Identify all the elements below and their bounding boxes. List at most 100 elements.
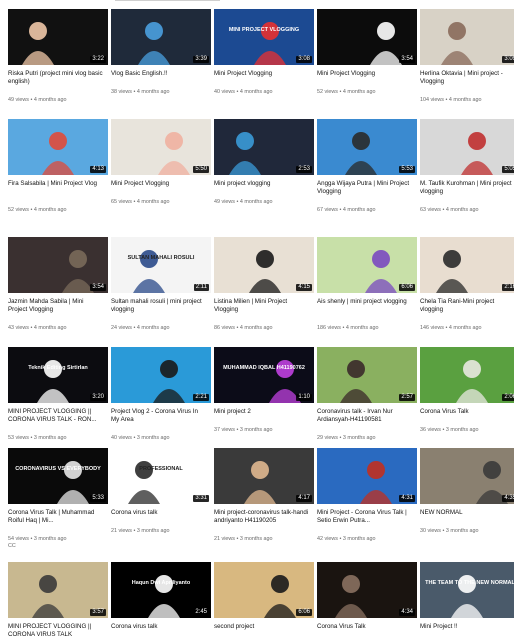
video-thumbnail[interactable]: 2:21	[111, 347, 211, 403]
video-thumbnail[interactable]: 4:17	[214, 448, 314, 504]
duration-badge: 6:06	[296, 609, 312, 616]
video-thumbnail[interactable]: 3:39	[111, 9, 211, 65]
video-thumbnail[interactable]: 5:50	[111, 119, 211, 175]
duration-badge: 5:05	[502, 166, 514, 173]
video-card[interactable]: MUHAMMAD IQBAL H41190762 1:10 Mini project…	[214, 347, 314, 452]
video-title[interactable]: Riska Putri (project mini vlog basic eng…	[8, 70, 104, 85]
video-card[interactable]: 3:09 Herlina Oktavia | Mini project - Vlo…	[420, 9, 514, 114]
video-title[interactable]: Corona virus talk	[111, 509, 207, 517]
video-title[interactable]: Mini Project Vlogging	[317, 70, 413, 78]
video-title[interactable]: Project Vlog 2 - Corona Virus In My Area	[111, 408, 207, 423]
video-card[interactable]: 2:53 Mini project vlogging 49 views • 4 mo…	[214, 119, 314, 224]
video-thumbnail[interactable]: 5:05	[420, 119, 514, 175]
video-meta: 38 views • 4 months ago	[111, 89, 170, 95]
video-title[interactable]: Ais shenly | mini project vlogging	[317, 298, 413, 306]
video-card[interactable]: PROFESSIONAL 3:31 Corona virus talk 21 view…	[111, 448, 211, 553]
video-card[interactable]: 4:13 Fira Salsabila | Mini Project Vlog 52…	[8, 119, 108, 224]
video-card[interactable]: THE TEAM TO THE NEW NORMAL Mini Project !…	[420, 562, 514, 637]
video-title[interactable]: Herlina Oktavia | Mini project - Vloggin…	[420, 70, 514, 85]
video-card[interactable]: CORONAVIRUS VS EVERYBODY 5:33 Corona Virus…	[8, 448, 108, 553]
video-title[interactable]: Mini Project Vlogging	[111, 180, 207, 188]
video-title[interactable]: Fira Salsabila | Mini Project Vlog	[8, 180, 104, 188]
video-thumbnail[interactable]: 4:15	[214, 237, 314, 293]
video-thumbnail[interactable]: MINI PROJECT VLOGGING 3:08	[214, 9, 314, 65]
duration-badge: 6:06	[399, 284, 415, 291]
video-thumbnail[interactable]: THE TEAM TO THE NEW NORMAL	[420, 562, 514, 618]
video-card[interactable]: 2:16 Chela Tia Rani-Mini project vlogging…	[420, 237, 514, 342]
video-title[interactable]: M. Taufik Kurohman | Mini project vloggi…	[420, 180, 514, 195]
video-card[interactable]: 2:21 Project Vlog 2 - Corona Virus In My …	[111, 347, 211, 452]
duration-badge: 2:21	[193, 394, 209, 401]
video-card[interactable]: 6:06 second project	[214, 562, 314, 637]
video-thumbnail[interactable]: Haqun Dwi Apriliyanto 2:45	[111, 562, 211, 618]
video-title[interactable]: Mini Project Vlogging	[214, 70, 310, 78]
video-thumbnail[interactable]: CORONAVIRUS VS EVERYBODY 5:33	[8, 448, 108, 504]
video-thumbnail[interactable]: 4:35	[420, 448, 514, 504]
video-card[interactable]: 5:53 Angga Wijaya Putra | Mini Project Vl…	[317, 119, 417, 224]
video-title[interactable]: MINI PROJECT VLOGGING || CORONA VIRUS TA…	[8, 408, 104, 423]
video-title[interactable]: Corona Virus Talk	[317, 623, 413, 631]
video-meta: 42 views • 3 months ago	[317, 536, 376, 542]
video-card[interactable]: Haqun Dwi Apriliyanto 2:45 Corona virus ta…	[111, 562, 211, 637]
video-thumbnail[interactable]: MUHAMMAD IQBAL H41190762 1:10	[214, 347, 314, 403]
video-thumbnail[interactable]: 4:13	[8, 119, 108, 175]
video-card[interactable]: 3:54 Mini Project Vlogging 52 views • 4 mo…	[317, 9, 417, 114]
video-title[interactable]: MINI PROJECT VLOGGING || CORONA VIRUS TA…	[8, 623, 104, 638]
video-thumbnail[interactable]: 3:54	[8, 237, 108, 293]
video-card[interactable]: 2:57 Coronavirus talk - Irvan Nur Ardians…	[317, 347, 417, 452]
video-thumbnail[interactable]: 6:06	[214, 562, 314, 618]
video-thumbnail[interactable]: 3:57	[8, 562, 108, 618]
video-thumbnail[interactable]: 2:53	[214, 119, 314, 175]
video-title[interactable]: Angga Wijaya Putra | Mini Project Vloggi…	[317, 180, 413, 195]
video-thumbnail[interactable]: SULTAN MAHALI ROSULI 2:11	[111, 237, 211, 293]
video-card[interactable]: 6:06 Ais shenly | mini project vlogging 18…	[317, 237, 417, 342]
video-card[interactable]: 4:17 Mini project-coronavirus talk-handi …	[214, 448, 314, 553]
video-card[interactable]: 2:06 Corona Virus Talk 36 views • 3 months…	[420, 347, 514, 452]
video-card[interactable]: 4:15 Listina Milien | Mini Project Vloggi…	[214, 237, 314, 342]
video-thumbnail[interactable]: 3:22	[8, 9, 108, 65]
video-card[interactable]: 5:50 Mini Project Vlogging 65 views • 4 mo…	[111, 119, 211, 224]
video-thumbnail[interactable]: 3:54	[317, 9, 417, 65]
video-title[interactable]: Corona Virus Talk	[420, 408, 514, 416]
video-meta: 49 views • 4 months ago	[8, 97, 67, 103]
video-card[interactable]: MINI PROJECT VLOGGING 3:08 Mini Project Vl…	[214, 9, 314, 114]
duration-badge: 4:17	[296, 495, 312, 502]
video-thumbnail[interactable]: 6:06	[317, 237, 417, 293]
video-thumbnail[interactable]: Teknik Editing Sirtirlan 3:20	[8, 347, 108, 403]
video-thumbnail[interactable]: 2:57	[317, 347, 417, 403]
video-thumbnail[interactable]: 2:16	[420, 237, 514, 293]
video-title[interactable]: Vlog Basic English.!!	[111, 70, 207, 78]
video-card[interactable]: 4:34 Corona Virus Talk	[317, 562, 417, 637]
video-title[interactable]: NEW NORMAL	[420, 509, 514, 517]
video-thumbnail[interactable]: 5:53	[317, 119, 417, 175]
thumbnail-overlay-text: SULTAN MAHALI ROSULI	[127, 255, 195, 261]
video-title[interactable]: Mini project vlogging	[214, 180, 310, 188]
video-title[interactable]: second project	[214, 623, 310, 631]
video-title[interactable]: Corona virus talk	[111, 623, 207, 631]
video-card[interactable]: 4:31 Mini Project - Corona Virus Talk | S…	[317, 448, 417, 553]
video-card[interactable]: 4:35 NEW NORMAL 30 views • 3 months ago	[420, 448, 514, 553]
video-title[interactable]: Coronavirus talk - Irvan Nur Ardiansyah-…	[317, 408, 413, 423]
video-title[interactable]: Sultan mahali rosuli | mini project vlog…	[111, 298, 207, 313]
video-card[interactable]: 3:54 Jazmin Mahda Sabila | Mini Project V…	[8, 237, 108, 342]
duration-badge: 3:39	[193, 56, 209, 63]
video-title[interactable]: Jazmin Mahda Sabila | Mini Project Vlogg…	[8, 298, 104, 313]
video-title[interactable]: Mini project 2	[214, 408, 310, 416]
video-thumbnail[interactable]: 4:34	[317, 562, 417, 618]
video-title[interactable]: Chela Tia Rani-Mini project vlogging	[420, 298, 514, 313]
video-title[interactable]: Corona Virus Talk | Muhammad Roiful Haq …	[8, 509, 104, 524]
video-thumbnail[interactable]: 4:31	[317, 448, 417, 504]
video-title[interactable]: Mini Project - Corona Virus Talk | Setio…	[317, 509, 413, 524]
video-card[interactable]: 3:57 MINI PROJECT VLOGGING || CORONA VIRU…	[8, 562, 108, 638]
video-thumbnail[interactable]: 3:09	[420, 9, 514, 65]
video-card[interactable]: 5:05 M. Taufik Kurohman | Mini project vl…	[420, 119, 514, 224]
video-card[interactable]: 3:22 Riska Putri (project mini vlog basic…	[8, 9, 108, 114]
video-thumbnail[interactable]: 2:06	[420, 347, 514, 403]
video-title[interactable]: Listina Milien | Mini Project Vlogging	[214, 298, 310, 313]
video-card[interactable]: SULTAN MAHALI ROSULI 2:11 Sultan mahali ro…	[111, 237, 211, 342]
video-title[interactable]: Mini Project !!	[420, 623, 514, 631]
video-card[interactable]: 3:39 Vlog Basic English.!! 38 views • 4 mo…	[111, 9, 211, 114]
video-title[interactable]: Mini project-coronavirus talk-handi andr…	[214, 509, 310, 524]
video-card[interactable]: Teknik Editing Sirtirlan 3:20 MINI PROJECT…	[8, 347, 108, 452]
video-thumbnail[interactable]: PROFESSIONAL 3:31	[111, 448, 211, 504]
